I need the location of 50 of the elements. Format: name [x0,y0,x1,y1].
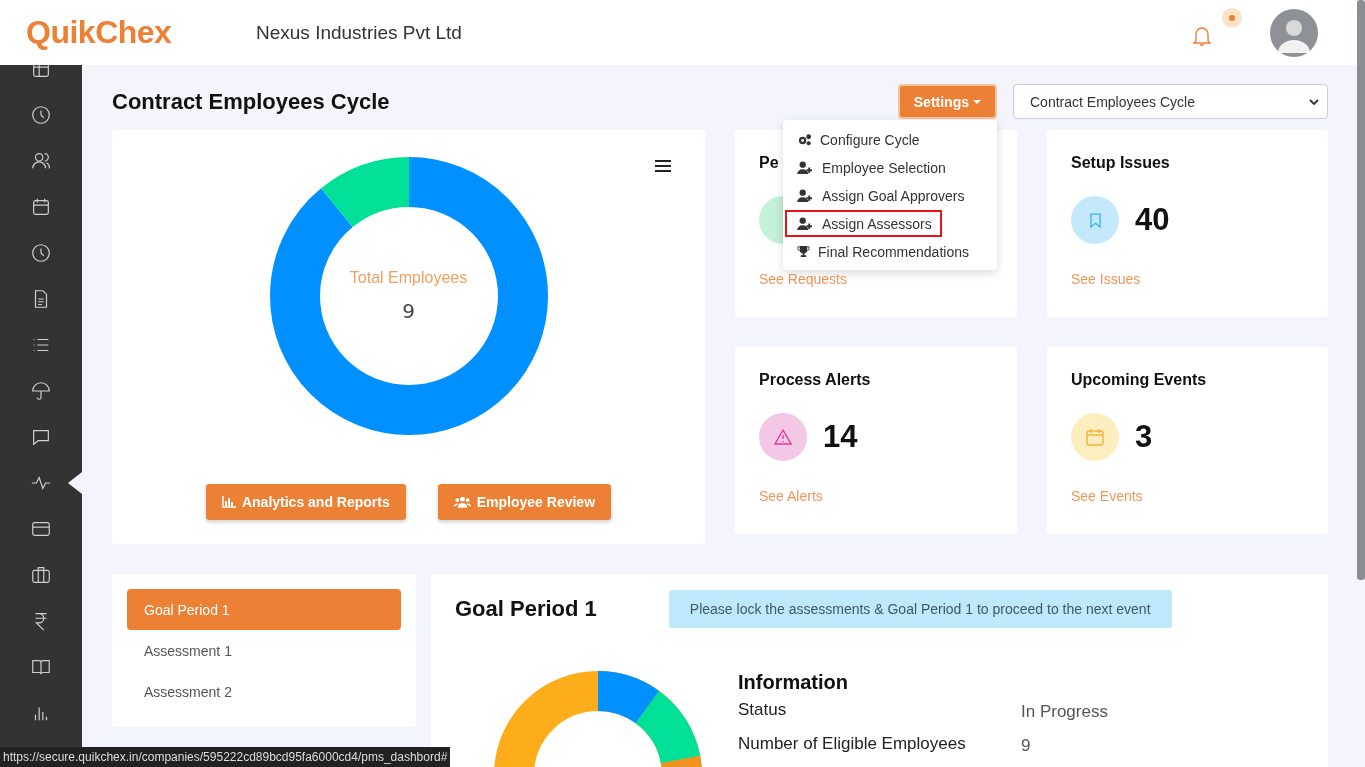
card-title: Upcoming Events [1071,371,1207,389]
bell-icon[interactable] [1192,24,1212,47]
menu-item[interactable]: Assign Assessors [785,210,942,237]
active-indicator [68,472,82,494]
chevron-down-icon [1309,98,1319,105]
menu-item[interactable]: Final Recommendations [785,238,979,265]
info-label: Status [738,700,788,721]
info-value: 9 [1021,735,1031,757]
alert-icon [774,429,792,445]
user-add-icon [797,217,814,230]
stat-value: 40 [1135,202,1170,238]
avatar[interactable] [1270,8,1318,57]
bag-icon[interactable] [30,564,52,586]
stat-value: 3 [1135,419,1153,455]
clock-icon[interactable] [30,104,52,126]
card-title: Setup Issues [1071,154,1170,172]
period-item[interactable]: Assessment 1 [127,630,401,671]
logo: QuikChex [25,14,173,51]
page-title: Contract Employees Cycle [112,88,390,115]
info-label: Number of Eligible Employees [738,734,967,755]
notice-banner: Please lock the assessments & Goal Period 1 to proceed to the next event [668,590,1172,628]
calendar-icon[interactable] [30,196,52,218]
cycle-select[interactable]: Contract Employees Cycle [1013,84,1328,119]
url-tooltip: https://secure.quikchex.in/companies/595222cd89bcd95fa6000cd4/pms_dashbord# [0,747,451,767]
user-add-icon [797,189,814,202]
chart-center-label: Total Employees [349,269,468,287]
info-title: Information [738,671,849,694]
menu-item[interactable]: Configure Cycle [785,126,930,153]
gears-icon [797,133,812,146]
user-add-icon [797,161,814,174]
menu-item[interactable]: Assign Goal Approvers [785,182,975,209]
menu-item[interactable]: Employee Selection [785,154,956,181]
menu-icon[interactable] [655,160,671,172]
trophy-icon [797,245,810,258]
stat-value: 14 [823,419,858,455]
bar-chart-icon [221,496,236,508]
calendar-icon [1086,428,1104,446]
company-name: Nexus Industries Pvt Ltd [256,21,462,44]
caret-icon [973,99,981,104]
card-title: Process Alerts [759,371,871,389]
card-title: Pe [759,154,779,172]
chart-center-value: 9 [402,299,415,323]
period-item[interactable]: Assessment 2 [127,671,401,712]
users-icon [453,496,471,508]
scrollbar[interactable] [1357,0,1365,580]
clock-icon[interactable] [30,242,52,264]
bookmark-icon [1089,212,1101,228]
section-title: Goal Period 1 [455,596,597,622]
info-value: In Progress [1021,701,1108,723]
umbrella-icon[interactable] [30,380,52,402]
